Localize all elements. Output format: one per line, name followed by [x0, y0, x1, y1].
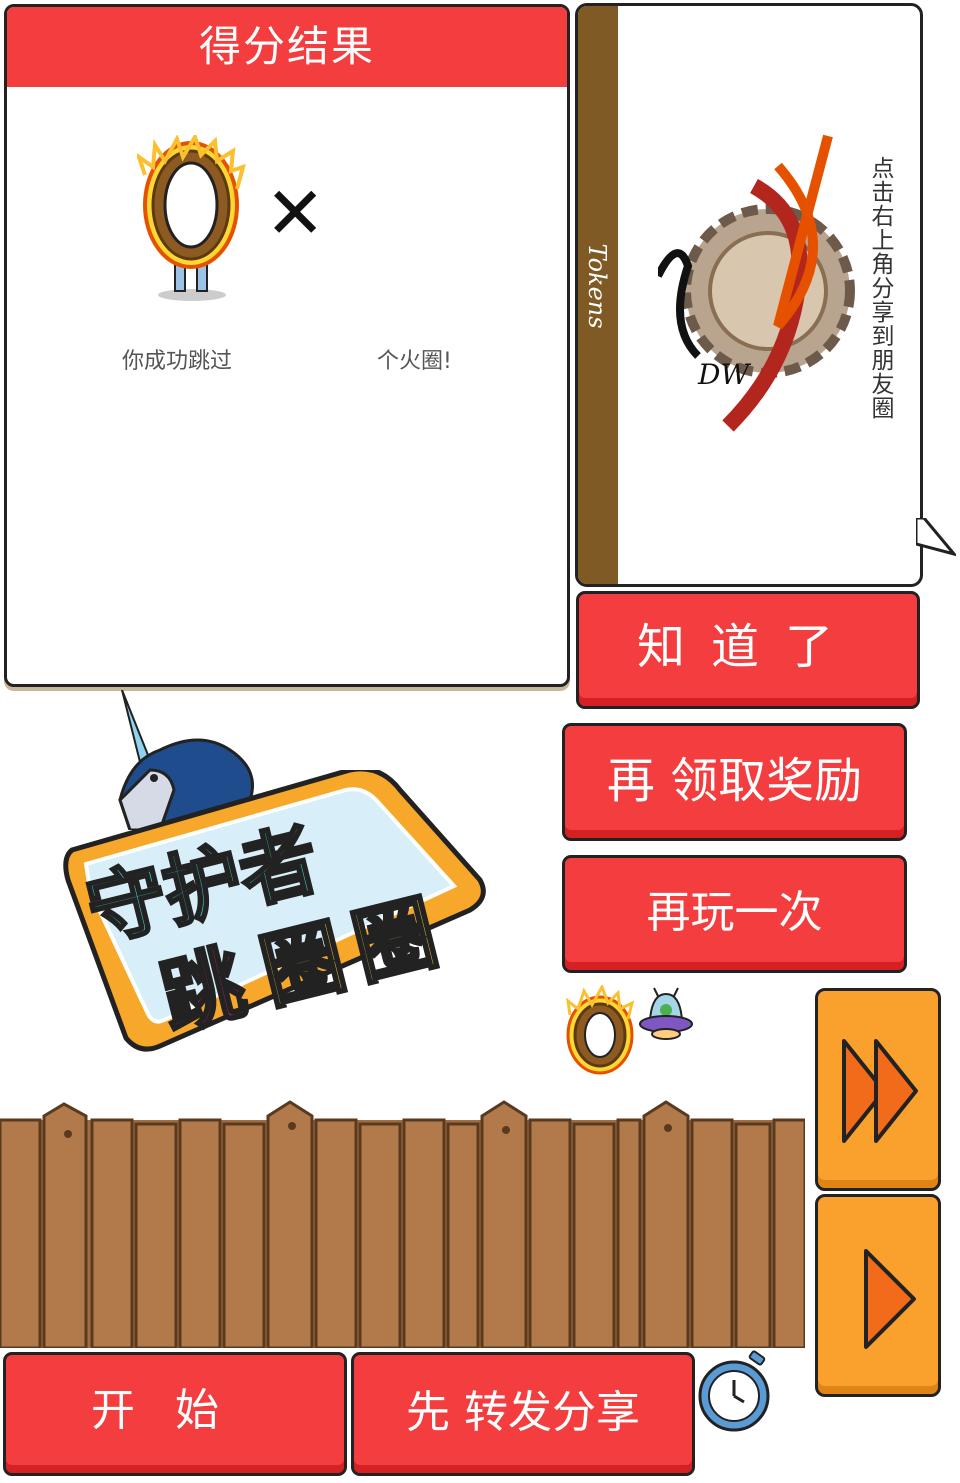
fire-ring-icon [565, 985, 635, 1075]
score-panel-title: 得分结果 [7, 7, 567, 87]
game-title-logo: 守护者 跳 圈 圈 [63, 770, 486, 1052]
play-again-button[interactable]: 再玩一次 [562, 855, 907, 973]
brand-label: Tokens [583, 243, 611, 329]
game-logo-icon: DW [658, 134, 855, 432]
ufo-icon [639, 987, 693, 1040]
game-logo-text: DW [697, 358, 751, 391]
fast-forward-icon [842, 1039, 918, 1143]
score-result-prefix: 你成功跳过 [122, 349, 233, 374]
score-result-suffix: 个火圈! [377, 349, 452, 374]
score-result-panel: 得分结果 ✕ 你成功跳过 个火圈! [4, 4, 570, 687]
fire-ring-character-icon [137, 135, 246, 301]
start-button[interactable]: 开始 [3, 1352, 347, 1476]
share-card-stripe: Tokens [578, 6, 618, 584]
claim-reward-button[interactable]: 再 领取奖励 [562, 723, 907, 841]
share-tip-card: Tokens DW 点击右上角分享到朋友圈 [575, 3, 956, 587]
wooden-fence [0, 1100, 805, 1348]
stopwatch-icon[interactable] [696, 1350, 778, 1436]
speech-tail-icon [916, 518, 956, 557]
fast-forward-button[interactable] [815, 988, 941, 1191]
play-icon [864, 1249, 916, 1349]
play-button[interactable] [815, 1194, 941, 1397]
times-icon: ✕ [265, 171, 326, 255]
share-tip-text: 点击右上角分享到朋友圈 [867, 156, 893, 420]
share-first-button[interactable]: 先 转发分享 [351, 1352, 695, 1476]
know-button[interactable]: 知道了 [576, 591, 920, 709]
